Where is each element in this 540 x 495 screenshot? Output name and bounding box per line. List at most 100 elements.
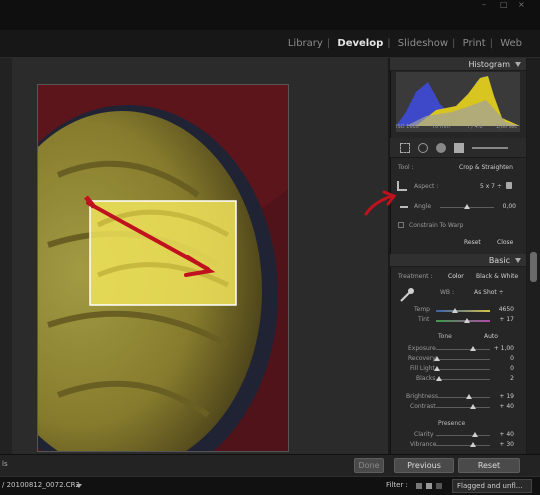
done-button[interactable]: Done bbox=[354, 458, 384, 473]
toolbar-left-text: ls bbox=[2, 460, 8, 468]
temp-label: Temp bbox=[414, 306, 430, 313]
basic-title: Basic bbox=[488, 256, 510, 265]
recovery-value[interactable]: 0 bbox=[492, 355, 514, 362]
filter-preset-select[interactable]: Flagged and unfl... bbox=[452, 479, 532, 493]
vibrance-slider-track[interactable] bbox=[436, 445, 490, 446]
graduated-filter-icon[interactable] bbox=[454, 143, 464, 153]
minimize-button[interactable]: – bbox=[482, 0, 486, 9]
close-window-button[interactable]: × bbox=[518, 0, 525, 9]
tool-label: Tool : bbox=[398, 164, 414, 171]
contrast-slider-knob[interactable] bbox=[470, 404, 476, 409]
collapse-triangle-icon[interactable] bbox=[515, 62, 521, 67]
clarity-slider-knob[interactable] bbox=[472, 432, 478, 437]
module-picker: Library | Develop | Slideshow | Print | Web bbox=[0, 30, 540, 58]
contrast-slider-track[interactable] bbox=[436, 407, 490, 408]
angle-value[interactable]: 0,00 bbox=[494, 203, 516, 210]
contrast-value[interactable]: + 40 bbox=[492, 403, 514, 410]
basic-header[interactable]: Basic bbox=[390, 254, 526, 267]
histogram-focal: 70 mm bbox=[432, 124, 450, 130]
clarity-label: Clarity bbox=[414, 431, 434, 438]
constrain-checkbox[interactable] bbox=[398, 222, 404, 228]
flag-filter-icon[interactable] bbox=[426, 483, 432, 489]
tint-slider-track[interactable] bbox=[436, 320, 490, 322]
straighten-icon[interactable] bbox=[400, 206, 408, 208]
module-web[interactable]: Web bbox=[500, 38, 522, 49]
angle-label: Angle bbox=[414, 203, 432, 210]
module-separator: | bbox=[387, 38, 391, 49]
temp-slider-knob[interactable] bbox=[452, 308, 458, 313]
scrollbar-thumb[interactable] bbox=[530, 252, 537, 282]
vibrance-slider-knob[interactable] bbox=[470, 442, 476, 447]
blacks-value[interactable]: 2 bbox=[492, 375, 514, 382]
temp-value[interactable]: 4650 bbox=[492, 306, 514, 313]
spot-removal-icon[interactable] bbox=[418, 143, 428, 153]
brightness-slider-track[interactable] bbox=[436, 397, 490, 398]
vibrance-label: Vibrance bbox=[410, 441, 437, 448]
red-eye-icon[interactable] bbox=[436, 143, 446, 153]
vibrance-value[interactable]: + 30 bbox=[492, 441, 514, 448]
histogram-title: Histogram bbox=[468, 60, 511, 69]
module-separator: | bbox=[452, 38, 456, 49]
aspect-select[interactable]: 5 x 7 ÷ bbox=[480, 183, 502, 190]
annotation-arrow-icon bbox=[364, 190, 397, 216]
histogram-icon bbox=[396, 76, 520, 126]
maximize-button[interactable]: □ bbox=[500, 0, 508, 9]
tint-slider-knob[interactable] bbox=[464, 318, 470, 323]
histogram-aperture: f / 4.0 bbox=[468, 124, 483, 130]
tone-auto-button[interactable]: Auto bbox=[484, 333, 498, 340]
brightness-slider-knob[interactable] bbox=[466, 394, 472, 399]
module-print[interactable]: Print bbox=[463, 38, 486, 49]
recovery-slider-track[interactable] bbox=[436, 359, 490, 360]
contrast-label: Contrast bbox=[410, 403, 436, 410]
flag-filter-icon[interactable] bbox=[416, 483, 422, 489]
panel-scrollbar[interactable] bbox=[527, 58, 540, 454]
bottom-toolbar: ls Done Previous Reset bbox=[0, 454, 540, 476]
treatment-bw[interactable]: Black & White bbox=[476, 273, 518, 280]
lock-icon[interactable] bbox=[506, 182, 512, 189]
clarity-slider-track[interactable] bbox=[436, 435, 490, 436]
blacks-label: Blacks bbox=[416, 375, 436, 382]
histogram-graph bbox=[396, 72, 520, 132]
histogram-header[interactable]: Histogram bbox=[390, 58, 526, 71]
module-develop[interactable]: Develop bbox=[337, 38, 383, 49]
crop-tool-icon[interactable] bbox=[400, 143, 410, 153]
tint-value[interactable]: + 17 bbox=[492, 316, 514, 323]
recovery-slider-knob[interactable] bbox=[434, 356, 440, 361]
blacks-slider-track[interactable] bbox=[436, 379, 490, 380]
photo-preview[interactable] bbox=[37, 84, 289, 452]
eyedropper-icon[interactable] bbox=[398, 286, 416, 304]
treatment-color[interactable]: Color bbox=[448, 273, 464, 280]
brightness-value[interactable]: + 19 bbox=[492, 393, 514, 400]
module-library[interactable]: Library bbox=[288, 38, 323, 49]
temp-slider-track[interactable] bbox=[436, 310, 490, 312]
collapse-triangle-icon[interactable] bbox=[515, 258, 521, 263]
previous-button[interactable]: Previous bbox=[394, 458, 454, 473]
module-separator: | bbox=[489, 38, 493, 49]
clarity-value[interactable]: + 40 bbox=[492, 431, 514, 438]
aspect-label: Aspect : bbox=[414, 183, 439, 190]
module-slideshow[interactable]: Slideshow bbox=[398, 38, 448, 49]
exposure-label: Exposure bbox=[408, 345, 436, 352]
treatment-label: Treatment : bbox=[398, 273, 433, 280]
tint-label: Tint bbox=[418, 316, 430, 323]
filter-label: Filter : bbox=[386, 481, 408, 489]
wb-select[interactable]: As Shot ÷ bbox=[474, 289, 504, 296]
tool-value: Crop & Straighten bbox=[459, 164, 513, 171]
exposure-slider-knob[interactable] bbox=[470, 346, 476, 351]
flag-filter-icon[interactable] bbox=[436, 483, 442, 489]
histogram-shutter: 1/60 sec bbox=[496, 124, 518, 130]
reset-button[interactable]: Reset bbox=[458, 458, 520, 473]
filllight-slider-knob[interactable] bbox=[434, 366, 440, 371]
filllight-value[interactable]: 0 bbox=[492, 365, 514, 372]
photo-image bbox=[38, 85, 288, 451]
filllight-slider-track[interactable] bbox=[436, 369, 490, 370]
wb-label: WB : bbox=[440, 289, 454, 296]
exposure-value[interactable]: + 1,00 bbox=[492, 345, 514, 352]
chevron-down-icon[interactable] bbox=[76, 484, 82, 488]
crop-close-button[interactable]: Close bbox=[497, 239, 513, 246]
angle-slider-knob[interactable] bbox=[464, 204, 470, 209]
crop-reset-button[interactable]: Reset bbox=[464, 239, 481, 246]
blacks-slider-knob[interactable] bbox=[436, 376, 442, 381]
adjustment-brush-icon[interactable] bbox=[472, 147, 508, 149]
exposure-slider-track[interactable] bbox=[436, 349, 490, 350]
